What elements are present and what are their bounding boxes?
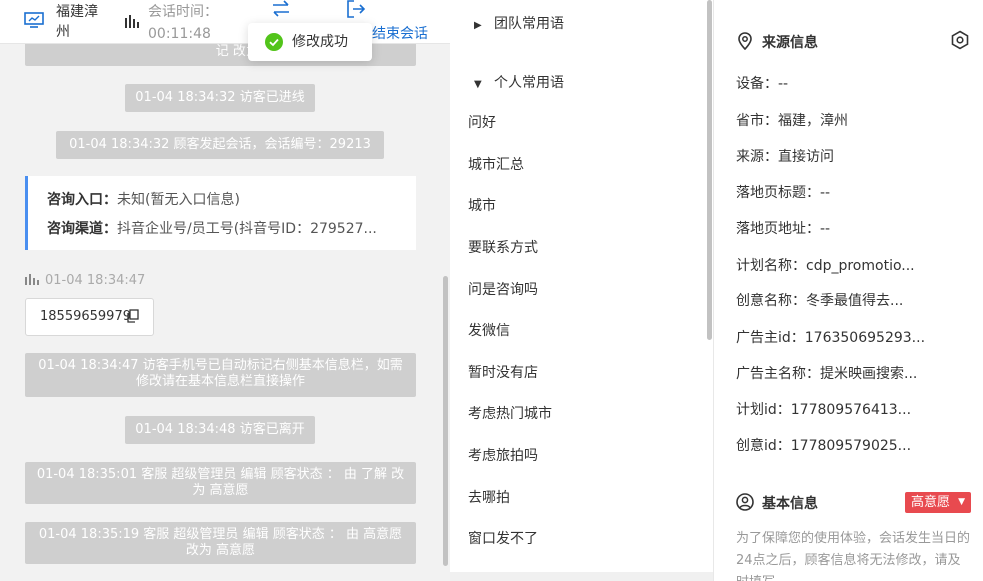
phone-number: 18559659979 <box>40 309 131 324</box>
source-row-plan-id: 计划id：177809576413... <box>736 402 912 418</box>
source-row-landing-title: 落地页标题：-- <box>736 185 831 201</box>
settings-icon[interactable] <box>950 30 970 50</box>
phrase-item[interactable]: 城市 <box>468 196 496 216</box>
phrase-item[interactable]: 去哪拍 <box>468 488 510 508</box>
check-circle-icon <box>265 33 283 51</box>
source-row-creative-name: 创意名称：冬季最值得去... <box>736 293 904 309</box>
toast-message: 修改成功 <box>292 34 348 50</box>
visitor-location: 福建漳州 <box>56 4 98 40</box>
source-row-landing-url: 落地页地址：-- <box>736 221 831 237</box>
session-time-label: 会话时间： <box>148 4 218 20</box>
phrase-item[interactable]: 考虑旅拍吗 <box>468 446 538 466</box>
source-info-title: 来源信息 <box>736 32 818 53</box>
source-row-province-city: 省市：福建，漳州 <box>736 113 848 129</box>
system-message: 01-04 18:34:47 访客手机号已自动标记右侧基本信息栏，如需修改请在基… <box>25 353 416 397</box>
phrase-item[interactable]: 暂时没有店 <box>468 363 538 383</box>
exit-icon[interactable] <box>346 0 366 18</box>
system-message: 01-04 18:34:32 访客已进线 <box>125 84 315 112</box>
phrase-item[interactable]: 考虑热门城市 <box>468 404 552 424</box>
edit-deadline-notice: 为了保障您的使用体验，会话发生当日的24点之后，顾客信息将无法修改，请及时填写 <box>736 531 971 581</box>
chat-topbar: 福建漳州 会话时间： 00:11:48 结束会话 <box>0 0 450 44</box>
chat-pane: 福建漳州 会话时间： 00:11:48 结束会话 记 改为 了 01-04 18… <box>0 0 450 581</box>
message-meta: 01-04 18:34:47 <box>25 272 145 290</box>
intent-level-dropdown[interactable]: 高意愿 ▼ <box>905 492 971 513</box>
caret-down-icon: ▼ <box>474 79 482 90</box>
phone-message-bubble[interactable]: 18559659979 <box>25 298 154 336</box>
source-row-origin: 来源：直接访问 <box>736 149 834 165</box>
source-row-advertiser-id: 广告主id：176350695293... <box>736 330 926 346</box>
caret-down-icon: ▼ <box>958 497 965 507</box>
phrase-item[interactable]: 城市汇总 <box>468 155 524 175</box>
phrase-group-personal[interactable]: ▼ 个人常用语 <box>474 73 564 95</box>
phrases-scrollbar[interactable] <box>707 0 712 340</box>
copy-icon[interactable] <box>126 309 139 323</box>
source-row-advertiser-name: 广告主名称：提米映画搜索... <box>736 366 918 382</box>
intent-level-value: 高意愿 <box>911 495 951 510</box>
monitor-icon <box>24 12 44 28</box>
entry-label: 咨询入口： <box>47 192 117 208</box>
phrases-panel: ▶ 团队常用语 ▼ 个人常用语 问好 城市汇总 城市 要联系方式 问是咨询吗 发微信… <box>450 0 713 581</box>
consult-info-card: 咨询入口：未知(暂无入口信息) 咨询渠道：抖音企业号/员工号(抖音号ID：279… <box>25 176 416 250</box>
chat-scrollbar[interactable] <box>443 276 448 566</box>
source-row-creative-id: 创意id：177809579025... <box>736 438 912 454</box>
phrase-item[interactable]: 问好 <box>468 113 496 133</box>
transfer-icon[interactable] <box>270 0 292 18</box>
caret-right-icon: ▶ <box>474 20 482 31</box>
basic-info-title: 基本信息 <box>736 493 818 514</box>
source-row-plan-name: 计划名称：cdp_promotio... <box>736 258 915 274</box>
location-pin-icon <box>738 32 752 50</box>
phrase-group-team[interactable]: ▶ 团队常用语 <box>474 14 564 36</box>
phrase-item[interactable]: 问是咨询吗 <box>468 280 538 300</box>
bar-chart-icon <box>125 15 139 28</box>
system-message: 01-04 18:34:48 访客已离开 <box>125 416 315 444</box>
phrase-group-label: 团队常用语 <box>494 16 564 32</box>
entry-value: 未知(暂无入口信息) <box>117 192 240 208</box>
user-circle-icon <box>736 493 754 511</box>
horizontal-scrollbar[interactable] <box>450 572 713 581</box>
source-row-device: 设备：-- <box>736 76 789 92</box>
phrase-item[interactable]: 窗口发不了 <box>468 529 538 549</box>
system-message: 01-04 18:34:32 顾客发起会话，会话编号：29213 <box>56 131 384 159</box>
system-message: 01-04 18:35:19 客服 超级管理员 编辑 顾客状态 ： 由 高意愿 … <box>25 522 416 564</box>
channel-label: 咨询渠道： <box>47 221 117 237</box>
channel-value: 抖音企业号/员工号(抖音号ID：279527... <box>117 221 377 237</box>
bar-chart-icon <box>25 274 39 285</box>
system-message: 01-04 18:35:01 客服 超级管理员 编辑 顾客状态 ： 由 了解 改… <box>25 462 416 504</box>
end-session-button[interactable]: 结束会话 <box>372 24 428 44</box>
session-time-value: 00:11:48 <box>148 26 211 42</box>
phrase-group-label: 个人常用语 <box>494 75 564 91</box>
success-toast: 修改成功 <box>248 23 372 61</box>
phrase-item[interactable]: 要联系方式 <box>468 238 538 258</box>
phrase-item[interactable]: 发微信 <box>468 321 510 341</box>
visitor-info-panel: 来源信息 设备：-- 省市：福建，漳州 来源：直接访问 落地页标题：-- 落地页… <box>714 0 983 581</box>
message-time: 01-04 18:34:47 <box>45 273 146 288</box>
